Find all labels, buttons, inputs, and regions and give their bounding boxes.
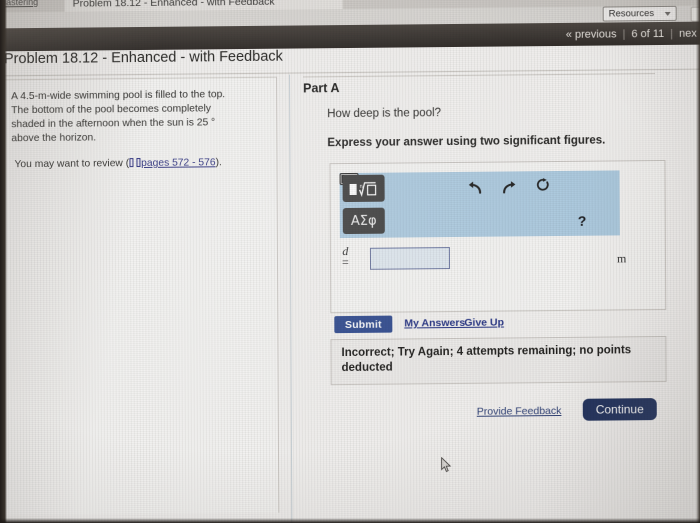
mouse-cursor-icon [441, 456, 452, 473]
provide-feedback-link[interactable]: Provide Feedback [477, 405, 562, 418]
monitor-bezel-right [696, 0, 700, 523]
reset-circle-icon[interactable] [536, 178, 551, 196]
page-title: Problem 18.12 - Enhanced - with Feedback [3, 48, 283, 68]
answer-variable-label: d = [341, 244, 349, 270]
part-label: Part A [303, 81, 340, 96]
answer-input[interactable] [369, 247, 451, 270]
problem-line-2: The bottom of the pool becomes completel… [11, 103, 211, 117]
browser-tab-partial-left[interactable]: Mastering [0, 0, 53, 9]
book-icon [129, 158, 140, 167]
part-instruction-text: Express your answer using two significan… [327, 134, 606, 150]
part-question-text: How deep is the pool? [327, 107, 442, 121]
problem-page: Problem 18.12 - Enhanced - with Feedback… [0, 44, 700, 523]
submit-button[interactable]: Submit [334, 315, 393, 334]
give-up-link[interactable]: Give Up [464, 317, 504, 329]
problem-statement-text: A 4.5-m-wide swimming pool is filled to … [11, 88, 259, 146]
answer-equals-sign: = [341, 255, 349, 270]
monitor-bezel-bottom [0, 518, 700, 523]
problem-position-indicator: 6 of 11 [631, 27, 665, 40]
continue-button[interactable]: Continue [582, 398, 657, 421]
bottom-action-row: Provide Feedback Continue [331, 398, 667, 429]
monitor-screen: Mastering Problem 18.12 - Enhanced - wit… [0, 0, 700, 523]
problem-statement-panel: A 4.5-m-wide swimming pool is filled to … [1, 76, 280, 516]
svg-text:n: n [360, 183, 363, 189]
review-suffix-text: ). [215, 157, 222, 169]
problem-line-1: A 4.5-m-wide swimming pool is filled to … [11, 89, 226, 103]
problem-line-3: shaded in the afternoon when the sun is … [11, 117, 216, 131]
part-top-divider [303, 73, 656, 78]
part-a-panel: Part A How deep is the pool? Express you… [303, 73, 697, 513]
textbook-pages-link[interactable]: pages 572 - 576 [141, 157, 215, 169]
resources-dropdown-label: Resources [608, 8, 655, 20]
problem-line-4: above the horizon. [11, 132, 97, 145]
undo-arrow-icon[interactable] [468, 181, 483, 198]
greek-letters-button[interactable]: ΑΣφ [342, 207, 385, 235]
monitor-bezel-left [0, 0, 7, 523]
answer-input-row: d = m [340, 244, 660, 282]
resources-dropdown[interactable]: Resources [602, 5, 677, 22]
math-editor-toolbar: n ΑΣφ ? [339, 170, 620, 239]
answer-entry-container: n ΑΣφ ? d = m [329, 159, 667, 314]
chevron-down-icon [664, 11, 671, 16]
review-prefix-text: You may want to review ( [14, 158, 130, 171]
feedback-panel: Incorrect; Try Again; 4 attempts remaini… [330, 335, 667, 386]
photographed-screen: Mastering Problem 18.12 - Enhanced - wit… [0, 0, 700, 523]
review-hint: You may want to review ( pages 572 - 576)… [14, 156, 264, 172]
redo-arrow-icon[interactable] [502, 180, 517, 197]
panel-divider [289, 74, 293, 523]
answer-unit-label: m [616, 251, 627, 266]
feedback-line-1: Incorrect; Try Again; 4 attempts remaini… [341, 344, 594, 360]
math-template-icon[interactable]: n [342, 174, 385, 203]
feedback-message: Incorrect; Try Again; 4 attempts remaini… [341, 343, 647, 376]
my-answers-link[interactable]: My Answers [404, 317, 465, 330]
help-button[interactable]: ? [578, 213, 587, 229]
previous-problem-link[interactable]: « previous [560, 28, 623, 41]
